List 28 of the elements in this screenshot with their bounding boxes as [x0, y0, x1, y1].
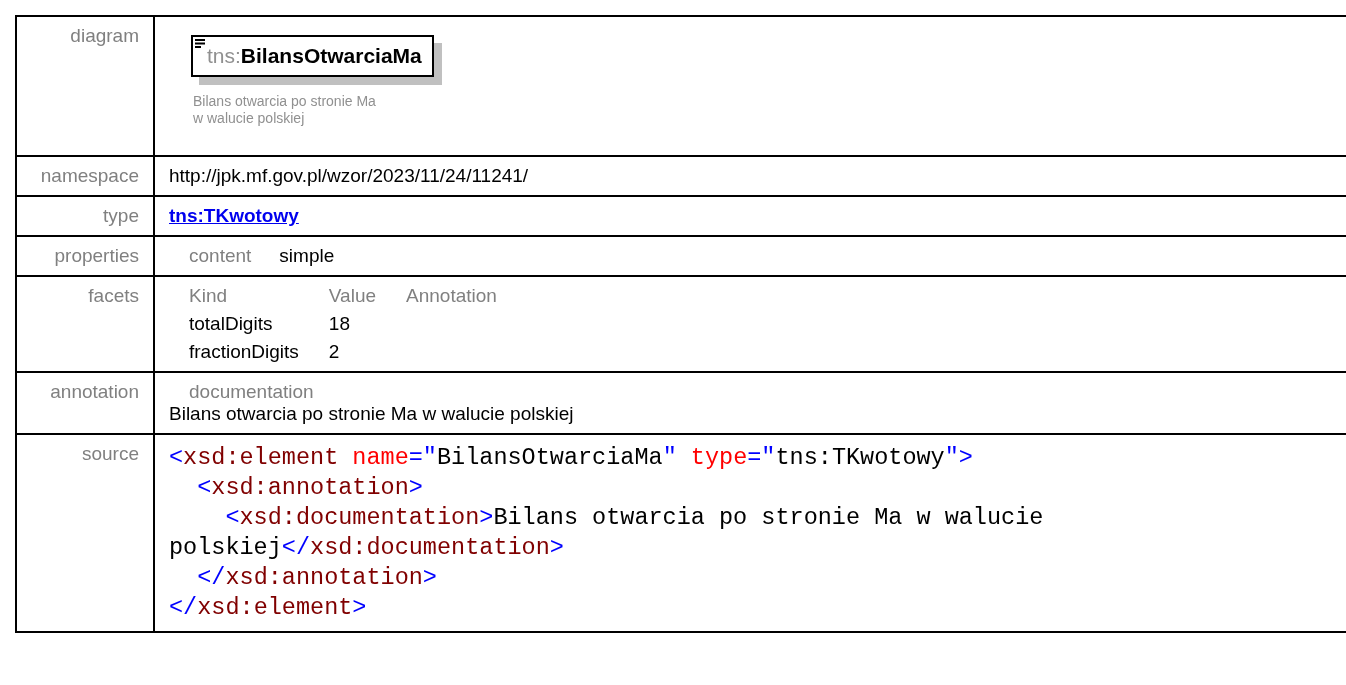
- facet-kind: totalDigits: [189, 313, 274, 335]
- row-label: annotation: [17, 373, 155, 433]
- namespace-url: http://jpk.mf.gov.pl/wzor/2023/11/24/11241/: [169, 165, 529, 186]
- code-line: <xsd:element name="BilansOtwarciaMa" type="tns:TKwotowy">: [169, 443, 974, 473]
- column-header: Value: [328, 285, 376, 307]
- facet-value: 2: [328, 341, 341, 363]
- facet-kind: fractionDigits: [189, 341, 299, 363]
- property-value: simple: [279, 245, 335, 267]
- row-label: type: [17, 197, 155, 235]
- code-line: </xsd:element>: [169, 593, 368, 623]
- column-header: Annotation: [406, 285, 497, 307]
- row-label: facets: [17, 277, 155, 371]
- row-label: namespace: [17, 157, 155, 195]
- list-icon: [195, 39, 205, 48]
- code-line: polskiej</xsd:documentation>: [169, 533, 565, 563]
- property-name: content: [189, 245, 252, 267]
- code-line: </xsd:annotation>: [196, 563, 438, 593]
- row-label: diagram: [17, 17, 155, 155]
- element-description: Bilans otwarcia po stronie Ma w walucie polskiej: [193, 93, 377, 127]
- type-link[interactable]: tns:TKwotowy: [169, 205, 299, 226]
- row-label: source: [17, 435, 155, 631]
- row-label: properties: [17, 237, 155, 275]
- annotation-heading: documentation: [189, 381, 314, 402]
- code-line: <xsd:annotation>: [196, 473, 424, 503]
- column-header: Kind: [189, 285, 229, 307]
- facet-value: 18: [328, 313, 351, 335]
- annotation-text: Bilans otwarcia po stronie Ma w walucie polskiej: [169, 403, 574, 424]
- code-line: <xsd:documentation>Bilans otwarcia po stronie Ma w walucie: [224, 503, 1045, 533]
